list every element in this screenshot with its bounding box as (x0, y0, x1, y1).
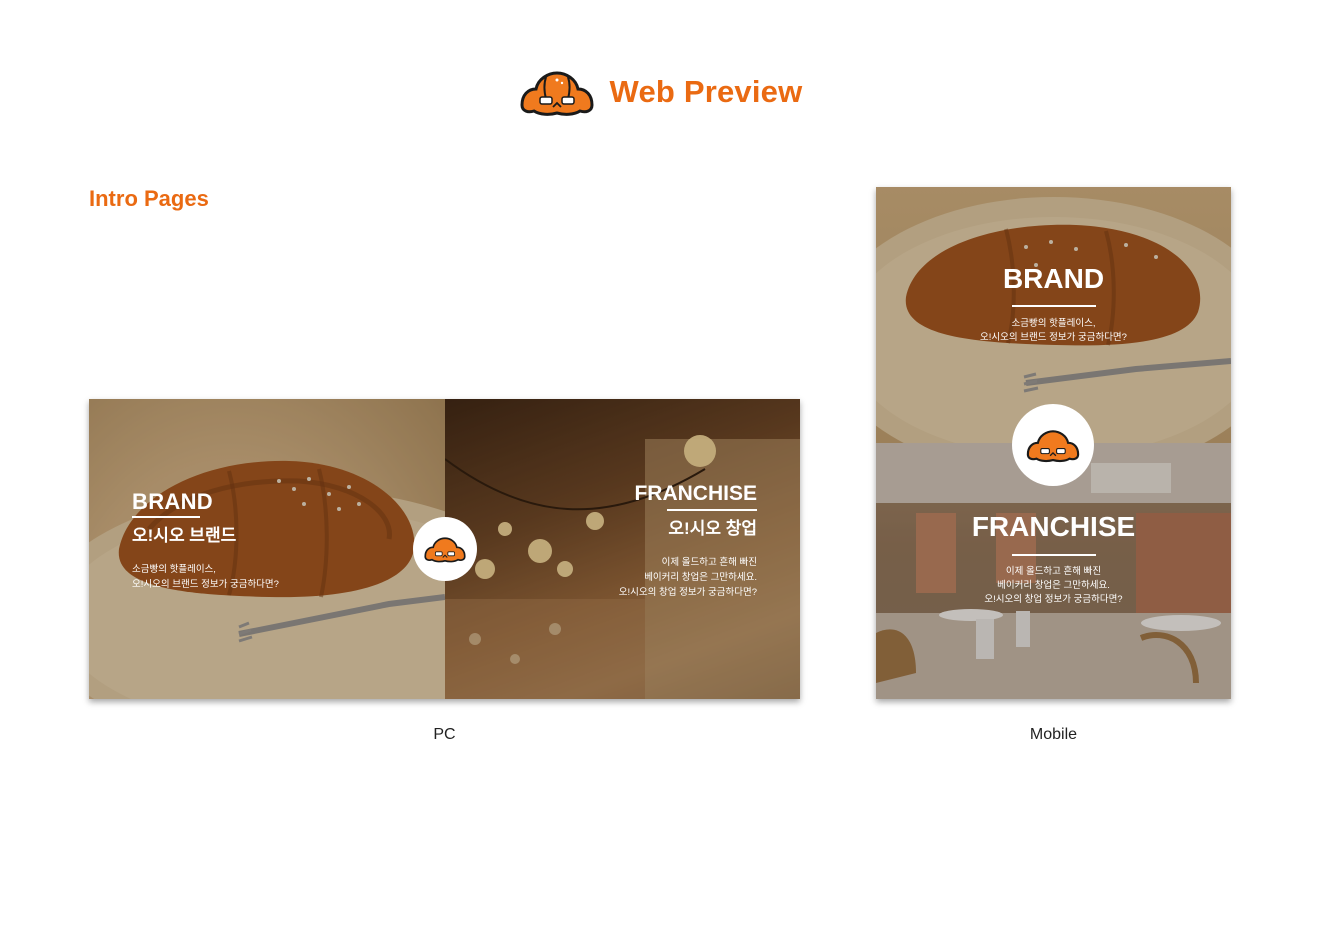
desc-line: 베이커리 창업은 그만하세요. (997, 580, 1110, 591)
mobile-franchise-title: FRANCHISE (971, 511, 1136, 542)
logo-badge[interactable] (1012, 404, 1094, 486)
section-title: Intro Pages (89, 186, 209, 211)
desc-line: 소금빵의 핫플레이스, (132, 564, 216, 575)
pc-brand-description: 소금빵의 핫플레이스, 오!시오의 브랜드 정보가 궁금하다면? (132, 562, 279, 592)
desc-line: 오!시오의 창업 정보가 궁금하다면? (618, 587, 757, 598)
desc-line: 오!시오의 브랜드 정보가 궁금하다면? (132, 579, 279, 590)
desc-line: 오!시오의 창업 정보가 궁금하다면? (984, 594, 1123, 605)
mobile-brand-title: BRAND (1002, 263, 1105, 294)
page-title: Web Preview (609, 74, 803, 109)
divider (1012, 554, 1096, 556)
page-header: Web Preview (0, 62, 1320, 122)
pc-franchise-description: 이제 올드하고 흔해 빠진 베이커리 창업은 그만하세요. 오!시오의 창업 정… (619, 555, 757, 600)
mobile-brand-description: 소금빵의 핫플레이스, 오!시오의 브랜드 정보가 궁금하다면? (876, 317, 1231, 345)
croissant-mascot-icon (1026, 430, 1080, 463)
mobile-preview: BRAND 소금빵의 핫플레이스, 오!시오의 브랜드 정보가 궁금하다면? F… (876, 187, 1231, 699)
desc-line: 소금빵의 핫플레이스, (1011, 318, 1096, 329)
desc-line: 베이커리 창업은 그만하세요. (644, 572, 757, 583)
pc-brand-title: BRAND (132, 489, 213, 514)
desc-line: 오!시오의 브랜드 정보가 궁금하다면? (980, 332, 1127, 343)
pc-franchise-subtitle: 오!시오 창업 (668, 519, 757, 538)
logo-badge[interactable] (413, 517, 477, 581)
pc-franchise-panel[interactable]: FRANCHISE 오!시오 창업 이제 올드하고 흔해 빠진 베이커리 창업은… (445, 399, 800, 699)
pc-caption: PC (433, 726, 456, 743)
croissant-mascot-icon (424, 537, 466, 563)
pc-preview: BRAND 오!시오 브랜드 소금빵의 핫플레이스, 오!시오의 브랜드 정보가… (89, 399, 800, 699)
croissant-mascot-icon (520, 71, 594, 116)
pc-brand-subtitle: 오!시오 브랜드 (132, 526, 237, 545)
mobile-caption: Mobile (1029, 726, 1078, 743)
pc-brand-panel[interactable]: BRAND 오!시오 브랜드 소금빵의 핫플레이스, 오!시오의 브랜드 정보가… (89, 399, 445, 699)
desc-line: 이제 올드하고 흔해 빠진 (661, 557, 757, 568)
divider (1012, 305, 1096, 307)
photo-overlay (445, 399, 800, 699)
divider (132, 516, 200, 518)
mobile-franchise-description: 이제 올드하고 흔해 빠진 베이커리 창업은 그만하세요. 오!시오의 창업 정… (876, 565, 1231, 607)
desc-line: 이제 올드하고 흔해 빠진 (1005, 566, 1102, 577)
divider (667, 509, 757, 511)
pc-franchise-title: FRANCHISE (634, 482, 757, 505)
photo-overlay (89, 399, 445, 699)
